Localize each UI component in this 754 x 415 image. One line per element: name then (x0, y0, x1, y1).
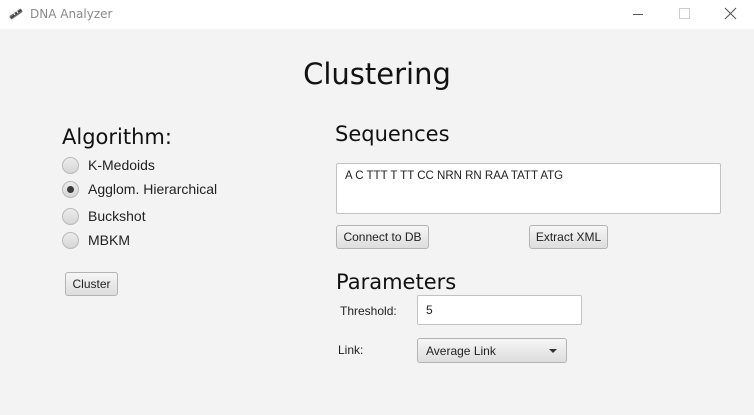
maximize-icon (679, 8, 690, 19)
chevron-down-icon (549, 349, 557, 353)
sequences-textarea[interactable]: A C TTT T TT CC NRN RN RAA TATT ATG (336, 163, 721, 214)
radio-agglom-hierarchical[interactable]: Agglom. Hierarchical (62, 179, 217, 199)
main-content: Clustering Algorithm: K-Medoids Agglom. … (0, 29, 754, 415)
link-label: Link: (338, 343, 364, 357)
radio-circle-selected[interactable] (62, 180, 79, 198)
window-title: DNA Analyzer (30, 7, 113, 21)
title-bar: DNA Analyzer (0, 0, 754, 29)
radio-label: MBKM (88, 232, 130, 248)
minimize-icon (633, 14, 643, 15)
radio-circle[interactable] (62, 231, 79, 249)
cluster-button[interactable]: Cluster (65, 272, 118, 296)
extract-xml-button[interactable]: Extract XML (529, 225, 608, 249)
radio-circle[interactable] (62, 207, 79, 225)
radio-label: Buckshot (88, 208, 146, 224)
link-combobox[interactable]: Average Link (417, 338, 567, 363)
radio-k-medoids[interactable]: K-Medoids (62, 155, 155, 175)
algorithm-label: Algorithm: (62, 125, 172, 149)
threshold-input[interactable]: 5 (417, 295, 582, 325)
close-icon (724, 7, 737, 20)
radio-label: K-Medoids (88, 157, 155, 173)
radio-label: Agglom. Hierarchical (88, 181, 218, 197)
close-button[interactable] (707, 0, 754, 29)
minimize-button[interactable] (615, 0, 661, 29)
radio-buckshot[interactable]: Buckshot (62, 206, 146, 226)
parameters-label: Parameters (336, 270, 457, 294)
radio-mbkm[interactable]: MBKM (62, 230, 130, 250)
threshold-label: Threshold: (340, 304, 397, 318)
radio-circle[interactable] (62, 156, 79, 174)
sequences-label: Sequences (335, 122, 450, 146)
maximize-button[interactable] (661, 0, 707, 29)
dna-app-icon (9, 8, 23, 20)
connect-to-db-button[interactable]: Connect to DB (336, 225, 429, 249)
link-selected-value: Average Link (426, 344, 496, 358)
page-title: Clustering (303, 57, 451, 91)
